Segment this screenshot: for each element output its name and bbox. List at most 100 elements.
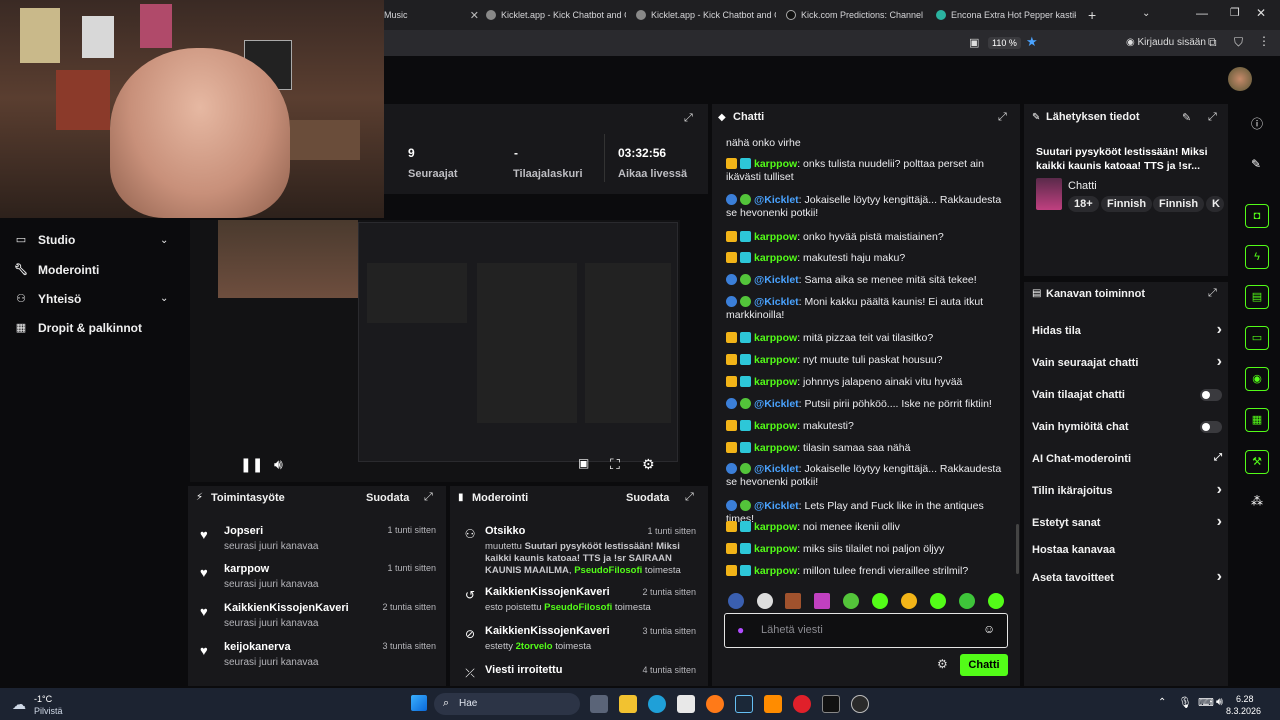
chevron-right-icon[interactable]: › <box>1217 321 1222 339</box>
emote-icon[interactable] <box>728 593 744 609</box>
microphone-tray-icon[interactable]: 🎙︎ <box>1178 696 1192 709</box>
profile-login[interactable]: ◉ Kirjaudu sisään <box>1126 37 1206 48</box>
expand-icon[interactable]: ⤢ <box>998 111 1007 124</box>
new-tab-button[interactable]: + <box>1088 7 1096 23</box>
channel-action-row[interactable]: Vain tilaajat chatti <box>1032 389 1222 403</box>
emote-icon[interactable] <box>988 593 1004 609</box>
emote-icon[interactable] <box>843 593 859 609</box>
chat-username[interactable]: karppow <box>754 252 797 264</box>
chevron-right-icon[interactable]: › <box>1217 481 1222 499</box>
close-window-button[interactable]: ✕ <box>1256 6 1266 20</box>
emote-icon[interactable] <box>814 593 830 609</box>
activity-user[interactable]: keijokanerva <box>224 641 291 653</box>
chat-username[interactable]: karppow <box>754 332 797 344</box>
activity-user[interactable]: Jopseri <box>224 525 263 537</box>
stream-preview-video[interactable]: ❚❚ 🔊︎ ▣ ⛶ ⚙ <box>190 220 680 482</box>
clock-date[interactable]: 8.3.2026 <box>1226 706 1261 716</box>
moderator-name[interactable]: PseudoFilosofi <box>574 565 642 576</box>
vlc-icon[interactable] <box>764 695 782 713</box>
firefox-icon[interactable] <box>706 695 724 713</box>
chat-username[interactable]: @Kicklet <box>754 500 799 512</box>
tray-chevron-icon[interactable]: ⌃ <box>1158 697 1166 708</box>
extensions-icon[interactable]: ⧉ <box>1208 35 1217 50</box>
channel-action-row[interactable]: Tilin ikärajoitus › <box>1032 481 1222 499</box>
pause-button[interactable]: ❚❚ <box>240 456 263 473</box>
emoji-icon[interactable]: ☺ <box>983 622 995 636</box>
weather-desc[interactable]: Pilvistä <box>34 706 63 716</box>
chat-username[interactable]: @Kicklet <box>754 194 799 206</box>
channel-action-row[interactable]: Vain hymiöitä chat <box>1032 421 1222 435</box>
chat-settings-gear-icon[interactable]: ⚙ <box>937 657 948 671</box>
emote-icon[interactable] <box>930 593 946 609</box>
rail-button-bolt[interactable]: ϟ <box>1245 245 1269 269</box>
tab-kicklet-2[interactable]: Kicklet.app - Kick Chatbot and C ✕ <box>636 4 776 26</box>
toggle-switch[interactable] <box>1200 389 1222 401</box>
tab-kicklet-1[interactable]: Kicklet.app - Kick Chatbot and C ✕ <box>486 4 626 26</box>
network-icon[interactable]: ⌨ <box>1198 696 1214 709</box>
chat-username[interactable]: @Kicklet <box>754 296 799 308</box>
channel-action-row[interactable]: AI Chat-moderointi ⤢ <box>1032 452 1222 467</box>
rail-button-notes[interactable]: ▤ <box>1245 285 1269 309</box>
shield-icon[interactable]: ⛉ <box>1234 35 1243 50</box>
chevron-down-icon[interactable]: ⌄ <box>160 235 168 246</box>
chat-username[interactable]: karppow <box>754 158 797 170</box>
microphone-icon[interactable]: ● <box>737 623 744 637</box>
edge-browser-icon[interactable] <box>648 695 666 713</box>
chevron-down-icon[interactable]: ⌄ <box>160 293 168 304</box>
terminal-icon[interactable] <box>822 695 840 713</box>
clip-icon[interactable]: ▣ <box>578 456 589 470</box>
expand-icon[interactable]: ⤢ <box>1208 111 1217 124</box>
external-link-icon[interactable]: ⤢ <box>1214 452 1222 463</box>
reader-view-icon[interactable]: ▣ <box>969 36 979 49</box>
moderator-name[interactable]: PseudoFilosofi <box>544 602 612 613</box>
chat-username[interactable]: karppow <box>754 442 797 454</box>
taskbar-search[interactable]: ⌕ Hae <box>434 693 580 715</box>
chevron-right-icon[interactable]: › <box>1217 513 1222 531</box>
chat-username[interactable]: karppow <box>754 565 797 577</box>
expand-icon[interactable]: ⤢ <box>684 112 693 125</box>
chat-username[interactable]: karppow <box>754 376 797 388</box>
avatar[interactable] <box>1228 67 1252 91</box>
tab-music[interactable]: Music ✕ <box>384 4 479 26</box>
chat-username[interactable]: karppow <box>754 231 797 243</box>
chat-username[interactable]: karppow <box>754 543 797 555</box>
steam-icon[interactable] <box>735 695 753 713</box>
file-explorer-icon[interactable] <box>619 695 637 713</box>
clock-time[interactable]: 6.28 <box>1236 694 1254 704</box>
sidebar-item-studio[interactable]: ▭ Studio <box>14 233 76 247</box>
activity-user[interactable]: KaikkienKissojenKaveri <box>224 602 349 614</box>
edit-pencil-icon[interactable]: ✎ <box>1182 111 1191 124</box>
emote-icon[interactable] <box>872 593 888 609</box>
channel-action-row[interactable]: Vain seuraajat chatti › <box>1032 353 1222 371</box>
category-name[interactable]: Chatti <box>1068 180 1097 192</box>
menu-icon[interactable]: ⋮ <box>1258 34 1270 48</box>
store-icon[interactable] <box>677 695 695 713</box>
sidebar-item-yhteiso[interactable]: ⚇ Yhteisö <box>14 292 81 306</box>
close-icon[interactable]: ✕ <box>470 9 479 22</box>
chat-input[interactable]: ● Lähetä viesti ☺ <box>724 613 1008 648</box>
community-icon[interactable]: ⁂ <box>1251 494 1263 508</box>
info-icon[interactable]: ⓘ <box>1251 115 1263 132</box>
tab-list-chevron-icon[interactable]: ⌄ <box>1142 8 1150 19</box>
emote-icon[interactable] <box>757 593 773 609</box>
chat-username[interactable]: @Kicklet <box>754 398 799 410</box>
obs-icon[interactable] <box>851 695 869 713</box>
channel-action-row[interactable]: Estetyt sanat › <box>1032 513 1222 531</box>
rail-button-chat[interactable]: ▭ <box>1245 326 1269 350</box>
chat-username[interactable]: @Kicklet <box>754 463 799 475</box>
task-view-icon[interactable] <box>590 695 608 713</box>
chat-username[interactable]: @Kicklet <box>754 274 799 286</box>
rail-button-camera[interactable]: ◘ <box>1245 204 1269 228</box>
weather-temp[interactable]: -1°C <box>34 694 52 704</box>
expand-icon[interactable]: ⤢ <box>1208 287 1217 300</box>
tab-encona[interactable]: Encona Extra Hot Pepper kastik ✕ <box>936 4 1076 26</box>
rail-button-wrench[interactable]: ⚒ <box>1245 450 1269 474</box>
moderator-name[interactable]: 2torvelo <box>516 641 553 652</box>
activity-user[interactable]: karppow <box>224 563 269 575</box>
settings-gear-icon[interactable]: ⚙ <box>642 456 655 473</box>
channel-action-row[interactable]: Aseta tavoitteet › <box>1032 568 1222 586</box>
chevron-right-icon[interactable]: › <box>1217 568 1222 586</box>
maximize-button[interactable]: ❐ <box>1230 6 1240 19</box>
expand-icon[interactable]: ⤢ <box>685 491 694 504</box>
chat-username[interactable]: karppow <box>754 521 797 533</box>
